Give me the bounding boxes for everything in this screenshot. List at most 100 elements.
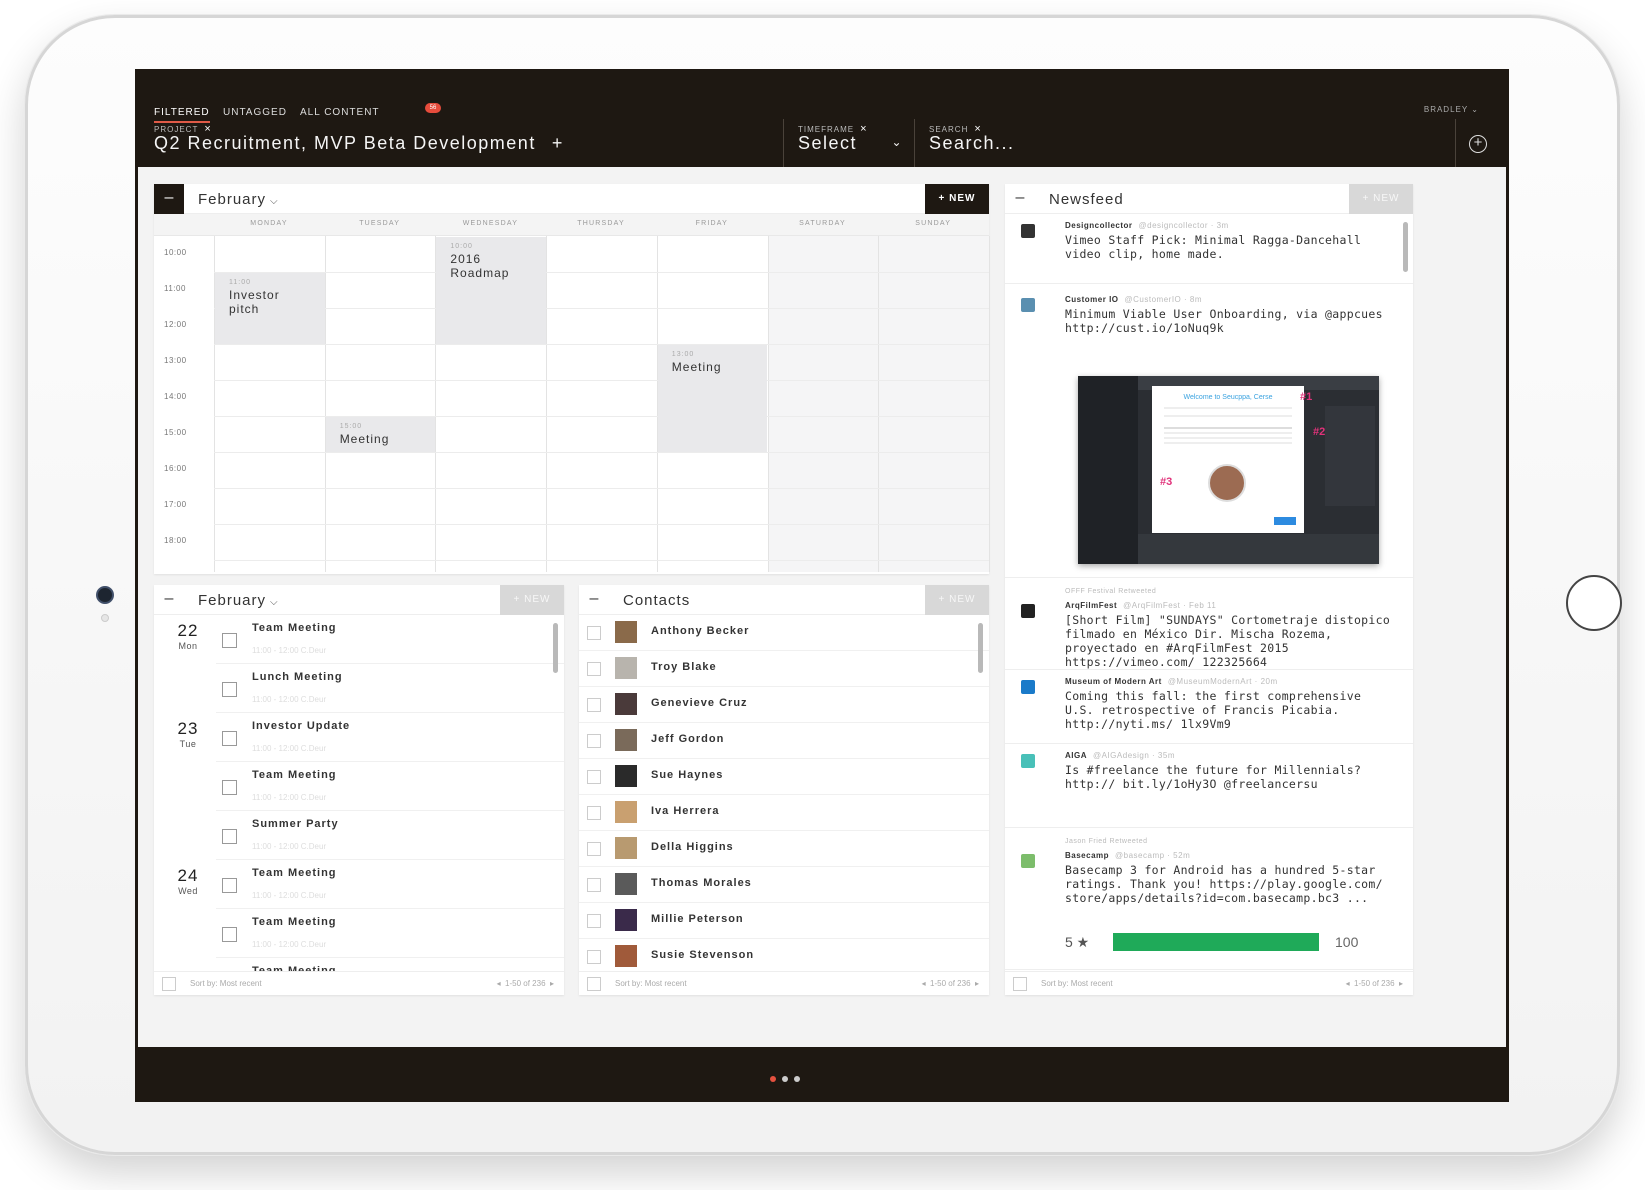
pagination[interactable]: ◂ 1-50 of 236 ▸ (497, 979, 554, 988)
pagination[interactable]: ◂ 1-50 of 236 ▸ (922, 979, 979, 988)
new-event-button[interactable]: + NEW (925, 184, 989, 214)
calendar-event[interactable]: 15:00 Meeting (325, 417, 436, 452)
calendar-event[interactable]: 11:00 Investor pitch (215, 273, 325, 344)
page-dot[interactable] (770, 1076, 776, 1082)
calendar-month-select[interactable]: February ⌵ (198, 191, 279, 208)
news-item[interactable]: Designcollector @designcollector · 3m Vime… (1005, 214, 1413, 284)
contact-checkbox[interactable] (587, 914, 601, 928)
contact-checkbox[interactable] (587, 770, 601, 784)
contact-row[interactable]: Della Higgins (579, 831, 989, 867)
add-circle-icon[interactable]: + (1469, 135, 1487, 153)
agenda-item[interactable]: 23 Tue Investor Update 11:00 - 12:00 C.Deur (154, 713, 564, 762)
project-filter-value[interactable]: Q2 Recruitment, MVP Beta Development + (154, 133, 564, 154)
page-indicator[interactable] (767, 1069, 803, 1087)
onboarding-screenshot[interactable]: Welcome to Seucppa, Cerse #1 #2 #3 (1078, 376, 1379, 564)
sort-select[interactable]: Sort by: Most recent (190, 979, 262, 988)
event-name: Meeting (339, 432, 390, 446)
news-item[interactable]: Museum of Modern Art @MuseumModernArt · 2… (1005, 670, 1413, 744)
agenda-item[interactable]: Summer Party 11:00 - 12:00 C.Deur (154, 811, 564, 860)
agenda-date: 24 Wed (168, 866, 208, 896)
scrollbar[interactable] (1403, 222, 1408, 272)
agenda-checkbox[interactable] (222, 829, 237, 844)
agenda-checkbox[interactable] (222, 878, 237, 893)
contact-checkbox[interactable] (587, 662, 601, 676)
agenda-checkbox[interactable] (222, 633, 237, 648)
sort-select[interactable]: Sort by: Most recent (615, 979, 687, 988)
agenda-item[interactable]: 22 Mon Team Meeting 11:00 - 12:00 C.Deur (154, 615, 564, 664)
prev-icon[interactable]: ◂ (922, 979, 926, 988)
agenda-title: Summer Party (252, 818, 339, 830)
avatar (615, 765, 637, 787)
collapse-button[interactable]: – (154, 184, 184, 214)
agenda-title: Team Meeting (252, 769, 337, 781)
agenda-item[interactable]: Team Meeting 11:00 - 12:00 C.Deur (154, 762, 564, 811)
agenda-checkbox[interactable] (222, 780, 237, 795)
contact-row[interactable]: Sue Haynes (579, 759, 989, 795)
next-icon[interactable]: ▸ (550, 979, 554, 988)
agenda-item[interactable]: Team Meeting 11:00 - 12:00 C.Deur (154, 909, 564, 958)
agenda-checkbox[interactable] (222, 682, 237, 697)
sort-select[interactable]: Sort by: Most recent (1041, 979, 1113, 988)
contact-row[interactable]: Millie Peterson (579, 903, 989, 939)
news-item[interactable]: AIGA @AIGAdesign · 35m Is #freelance the f… (1005, 744, 1413, 828)
contact-checkbox[interactable] (587, 626, 601, 640)
thumb-sidebar (1078, 376, 1138, 564)
contact-row[interactable]: Thomas Morales (579, 867, 989, 903)
next-icon[interactable]: ▸ (975, 979, 979, 988)
date-number: 22 (177, 621, 199, 640)
calendar-event[interactable]: 13:00 Meeting (657, 345, 768, 452)
contact-checkbox[interactable] (587, 806, 601, 820)
contact-row[interactable]: Genevieve Cruz (579, 687, 989, 723)
collapse-button[interactable]: – (154, 585, 184, 615)
contact-checkbox[interactable] (587, 842, 601, 856)
tab-filtered[interactable]: FILTERED (154, 107, 210, 123)
select-all-checkbox[interactable] (1013, 977, 1027, 991)
contact-checkbox[interactable] (587, 950, 601, 964)
prev-icon[interactable]: ◂ (1346, 979, 1350, 988)
new-post-button[interactable]: + NEW (1349, 184, 1413, 214)
agenda-item[interactable]: 24 Wed Team Meeting 11:00 - 12:00 C.Deur (154, 860, 564, 909)
source-icon (1021, 754, 1035, 768)
contact-checkbox[interactable] (587, 878, 601, 892)
home-button[interactable] (1566, 575, 1622, 631)
agenda-checkbox[interactable] (222, 927, 237, 942)
news-item[interactable]: OFFF Festival Retweeted ArqFilmFest @ArqFi… (1005, 578, 1413, 670)
select-all-checkbox[interactable] (587, 977, 601, 991)
agenda-item[interactable]: Team Meeting (154, 958, 564, 971)
pagination[interactable]: ◂ 1-50 of 236 ▸ (1346, 979, 1403, 988)
tab-untagged[interactable]: UNTAGGED (223, 107, 287, 118)
weekend-column (768, 236, 879, 572)
agenda-month-select[interactable]: February ⌵ (198, 592, 279, 609)
collapse-button[interactable]: – (1005, 184, 1035, 214)
collapse-button[interactable]: – (579, 585, 609, 615)
contact-row[interactable]: Susie Stevenson (579, 939, 989, 971)
search-input[interactable]: Search... (929, 133, 1015, 154)
scrollbar[interactable] (553, 623, 558, 673)
avatar (615, 801, 637, 823)
tab-all-content[interactable]: ALL CONTENT (300, 107, 380, 118)
contacts-panel: – Contacts + NEW Anthony Becker Troy Blak… (579, 585, 989, 995)
contact-row[interactable]: Troy Blake (579, 651, 989, 687)
scrollbar[interactable] (978, 623, 983, 673)
agenda-checkbox[interactable] (222, 731, 237, 746)
retweet-note: OFFF Festival Retweeted (1065, 588, 1157, 595)
contact-row[interactable]: Iva Herrera (579, 795, 989, 831)
agenda-item[interactable]: Lunch Meeting 11:00 - 12:00 C.Deur (154, 664, 564, 713)
contact-row[interactable]: Anthony Becker (579, 615, 989, 651)
page-dot[interactable] (782, 1076, 788, 1082)
new-agenda-button[interactable]: + NEW (500, 585, 564, 615)
new-contact-button[interactable]: + NEW (925, 585, 989, 615)
calendar-event[interactable]: 10:00 2016 Roadmap (436, 237, 547, 344)
page-dot[interactable] (794, 1076, 800, 1082)
next-icon[interactable]: ▸ (1399, 979, 1403, 988)
timeframe-select[interactable]: Select ⌄ (798, 133, 903, 154)
contact-row[interactable]: Jeff Gordon (579, 723, 989, 759)
select-all-checkbox[interactable] (162, 977, 176, 991)
contact-checkbox[interactable] (587, 734, 601, 748)
user-menu[interactable]: BRADLEY ⌄ (1424, 105, 1479, 114)
calendar-grid[interactable]: 11:00 Investor pitch 10:00 2016 Roadmap 13:0… (214, 236, 990, 572)
contact-checkbox[interactable] (587, 698, 601, 712)
prev-icon[interactable]: ◂ (497, 979, 501, 988)
contacts-header: – Contacts + NEW (579, 585, 989, 615)
add-icon[interactable]: + (552, 133, 564, 153)
